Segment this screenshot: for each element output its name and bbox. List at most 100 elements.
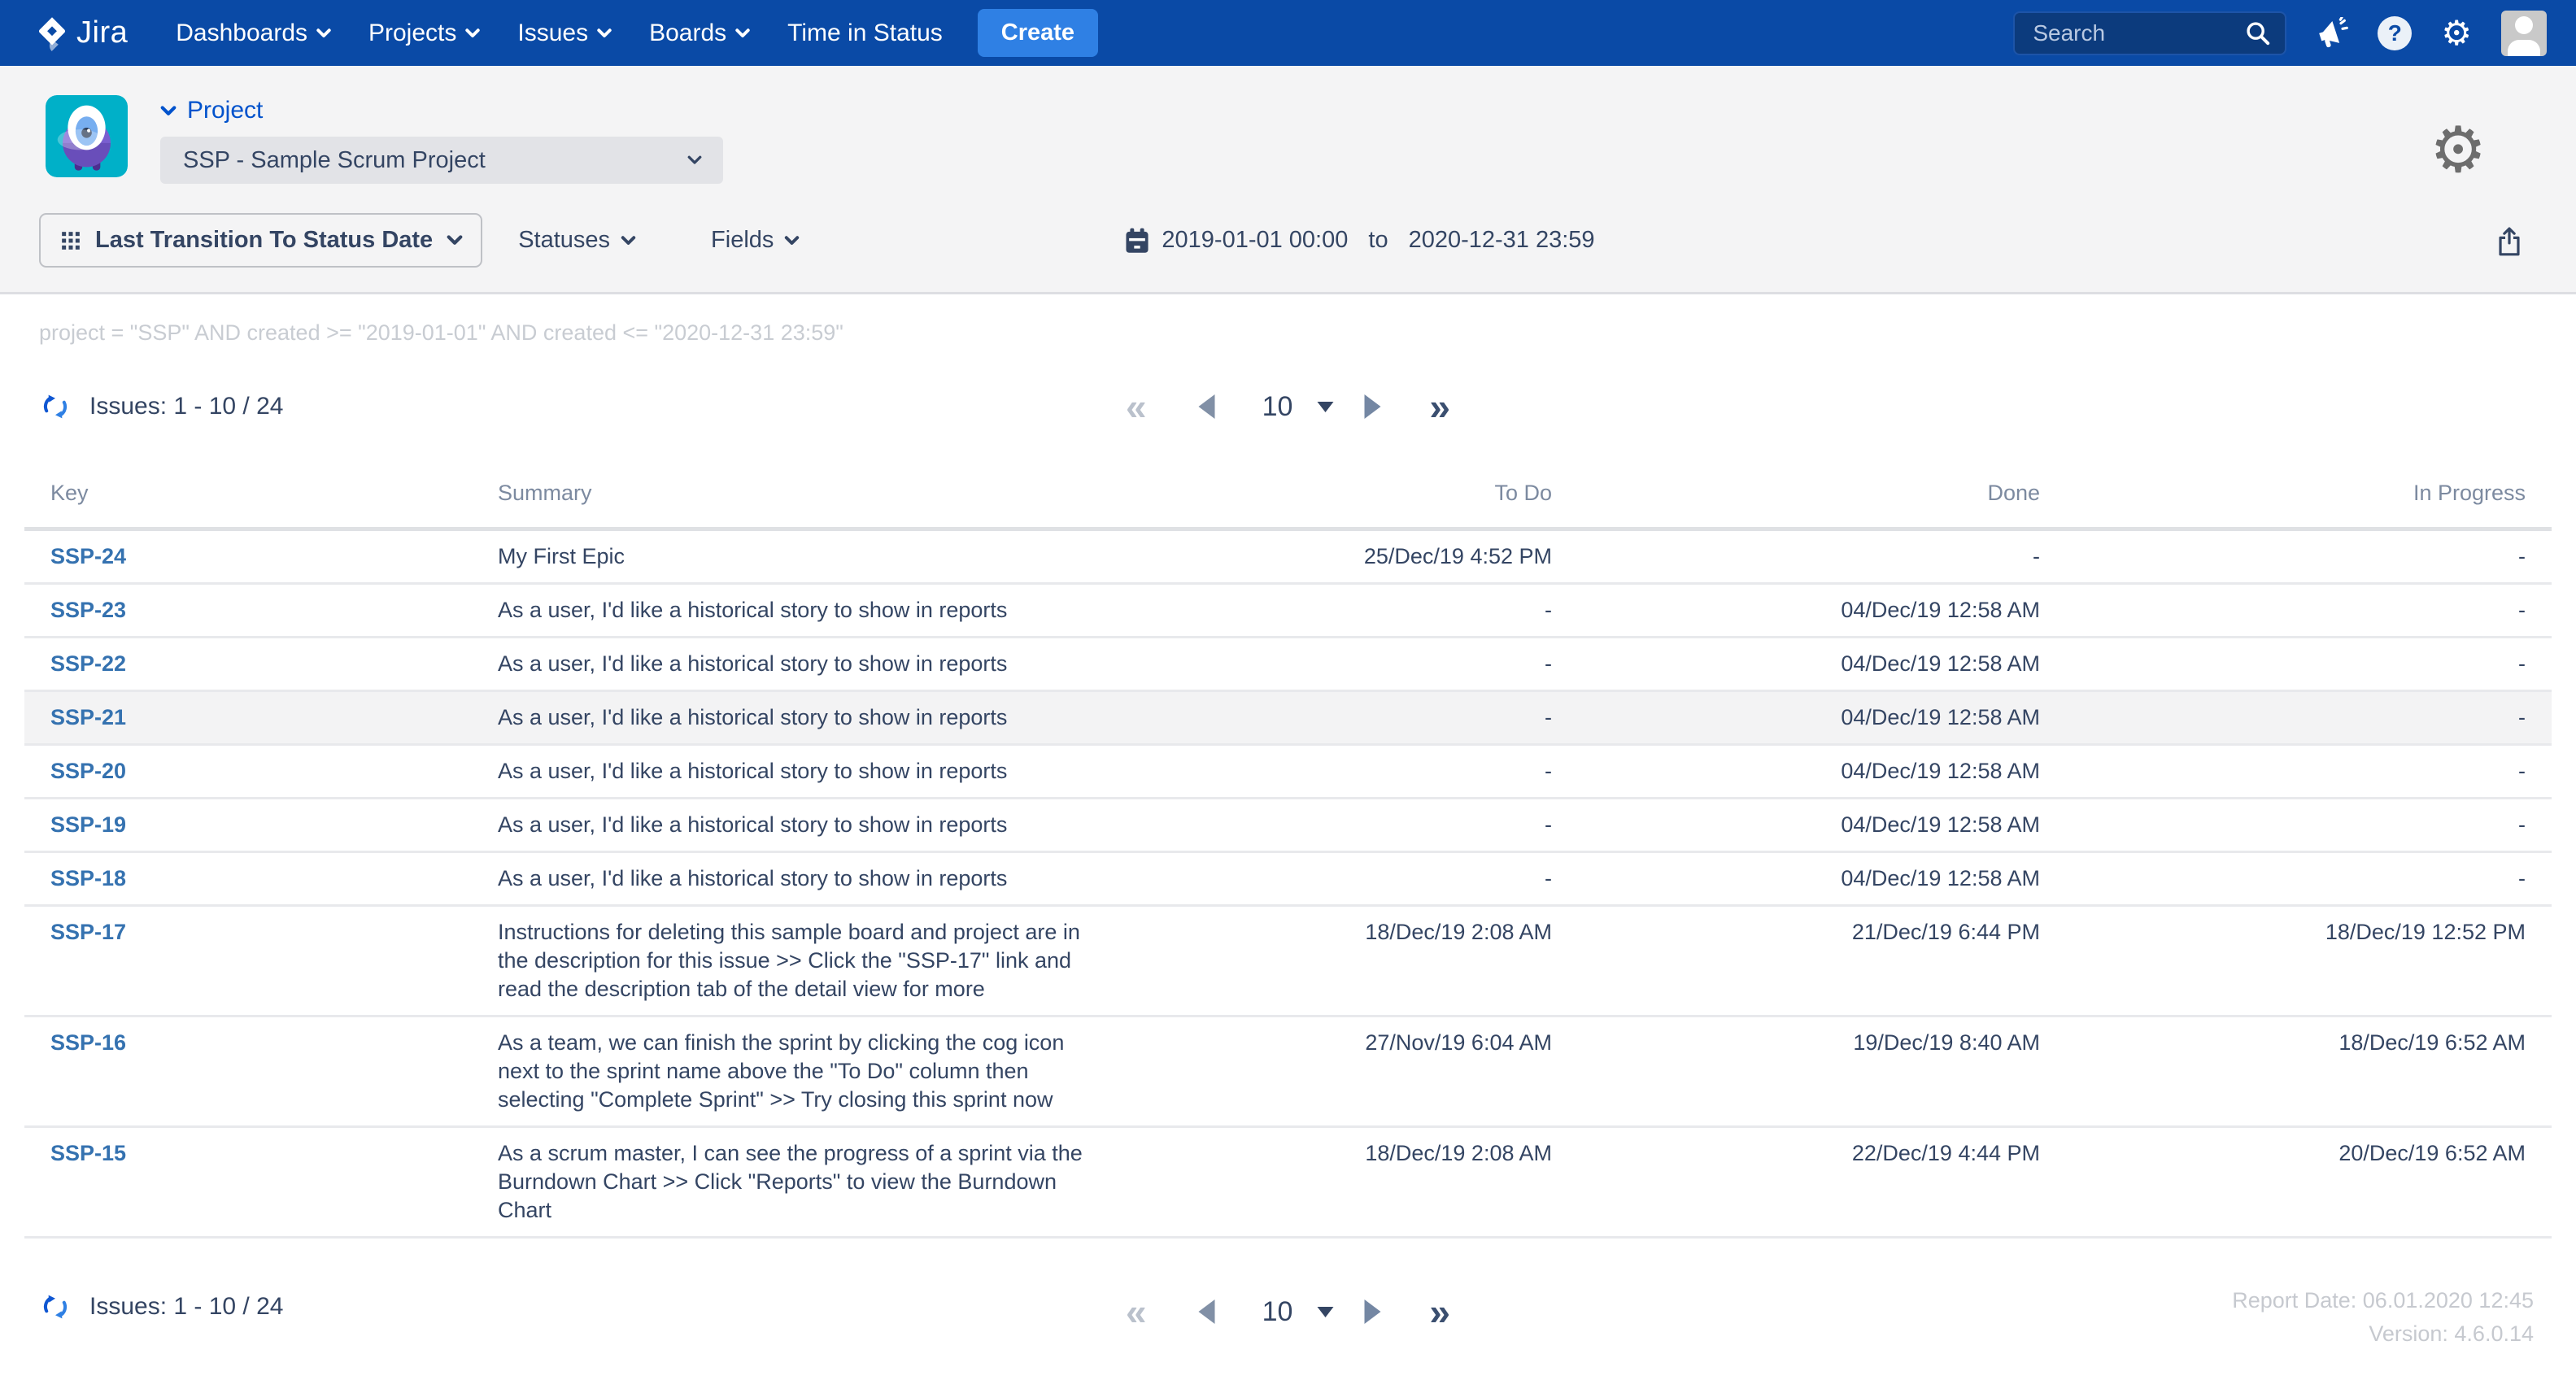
version-text: Version: 4.6.0.14 [2232, 1317, 2534, 1351]
statuses-dropdown[interactable]: Statuses [518, 227, 636, 254]
page-size-dropdown-arrow[interactable] [1317, 1307, 1333, 1317]
issues-count-label: Issues: 1 - 10 / 24 [89, 1293, 283, 1321]
fields-dropdown[interactable]: Fields [711, 227, 800, 254]
settings-gear-icon[interactable]: ⚙ [2441, 16, 2472, 50]
issue-done-cell: 19/Dec/19 8:40 AM [1578, 1016, 2066, 1127]
issue-inprogress-cell: - [2066, 584, 2552, 638]
page-size-value[interactable]: 10 [1262, 1296, 1293, 1328]
issue-key-link[interactable]: SSP-20 [50, 759, 126, 783]
issue-key-link[interactable]: SSP-24 [50, 544, 126, 568]
prev-page-button[interactable] [1199, 394, 1215, 419]
pagination-top: « 10 » [1126, 388, 1450, 425]
issue-key-link[interactable]: SSP-16 [50, 1030, 126, 1055]
chevron-down-icon [621, 236, 636, 246]
help-icon[interactable]: ? [2378, 16, 2412, 50]
issue-done-cell: 04/Dec/19 12:58 AM [1578, 799, 2066, 852]
report-settings-gear-icon[interactable]: ⚙ [2430, 118, 2487, 181]
issue-inprogress-cell: - [2066, 529, 2552, 584]
table-row: SSP-22As a user, I'd like a historical s… [24, 638, 2552, 691]
issue-inprogress-cell: 20/Dec/19 6:52 AM [2066, 1127, 2552, 1238]
page-size-dropdown-arrow[interactable] [1317, 402, 1333, 412]
report-header: Project SSP - Sample Scrum Project ⚙ Las… [0, 66, 2576, 294]
refresh-icon[interactable] [41, 1292, 70, 1321]
export-icon[interactable] [2495, 225, 2524, 256]
calendar-icon [1125, 228, 1149, 254]
last-page-button[interactable]: » [1429, 388, 1450, 425]
issue-todo-cell: - [1139, 584, 1578, 638]
project-select-value: SSP - Sample Scrum Project [183, 147, 486, 174]
nav-item-label: Time in Status [787, 20, 943, 47]
issue-key-link[interactable]: SSP-21 [50, 705, 126, 729]
project-avatar-icon [46, 95, 128, 177]
first-page-button[interactable]: « [1126, 388, 1147, 425]
issue-done-cell: 21/Dec/19 6:44 PM [1578, 906, 2066, 1016]
nav-item-projects[interactable]: Projects [350, 0, 499, 66]
nav-item-time-in-status[interactable]: Time in Status [769, 0, 961, 66]
table-header-row: Key Summary To Do Done In Progress [24, 469, 2552, 529]
issue-key-link[interactable]: SSP-18 [50, 866, 126, 890]
issue-inprogress-cell: 18/Dec/19 6:52 AM [2066, 1016, 2552, 1127]
issue-summary-cell: As a user, I'd like a historical story t… [472, 691, 1139, 745]
chevron-down-icon [465, 28, 480, 38]
issue-summary-cell: As a user, I'd like a historical story t… [472, 799, 1139, 852]
issue-todo-cell: 18/Dec/19 2:08 AM [1139, 906, 1578, 1016]
chevron-down-icon [160, 106, 177, 116]
issue-todo-cell: - [1139, 638, 1578, 691]
issue-key-cell: SSP-17 [24, 906, 472, 1016]
nav-item-label: Dashboards [176, 20, 307, 47]
issue-done-cell: - [1578, 529, 2066, 584]
nav-item-dashboards[interactable]: Dashboards [157, 0, 350, 66]
date-range-picker[interactable]: 2019-01-01 00:00 to 2020-12-31 23:59 [1125, 227, 1594, 254]
table-row: SSP-23As a user, I'd like a historical s… [24, 584, 2552, 638]
nav-item-boards[interactable]: Boards [630, 0, 769, 66]
chevron-down-icon [735, 28, 750, 38]
search-input[interactable] [2031, 20, 2226, 47]
chevron-down-icon [687, 155, 702, 165]
column-header-key[interactable]: Key [24, 469, 472, 529]
issue-key-link[interactable]: SSP-22 [50, 651, 126, 676]
column-header-summary[interactable]: Summary [472, 469, 1139, 529]
issue-key-cell: SSP-23 [24, 584, 472, 638]
nav-item-issues[interactable]: Issues [499, 0, 630, 66]
issue-key-link[interactable]: SSP-23 [50, 598, 126, 622]
next-page-button[interactable] [1364, 1299, 1380, 1324]
project-select[interactable]: SSP - Sample Scrum Project [160, 137, 723, 184]
navbar-right: ? ⚙ [2013, 11, 2547, 56]
column-header-done[interactable]: Done [1578, 469, 2066, 529]
issues-table: Key Summary To Do Done In Progress SSP-2… [24, 469, 2552, 1239]
report-type-button[interactable]: Last Transition To Status Date [39, 213, 482, 268]
next-page-button[interactable] [1364, 394, 1380, 419]
last-page-button[interactable]: » [1429, 1293, 1450, 1330]
fields-label: Fields [711, 227, 774, 254]
issue-key-link[interactable]: SSP-17 [50, 920, 126, 944]
create-button[interactable]: Create [978, 9, 1098, 57]
search-box[interactable] [2013, 11, 2286, 55]
issue-inprogress-cell: - [2066, 852, 2552, 906]
prev-page-button[interactable] [1199, 1299, 1215, 1324]
issues-table-body: SSP-24My First Epic25/Dec/19 4:52 PM--SS… [24, 529, 2552, 1238]
pagination-bottom: « 10 » [1126, 1293, 1450, 1330]
search-icon [2244, 20, 2272, 47]
date-to-value: 2020-12-31 23:59 [1409, 227, 1595, 254]
column-header-todo[interactable]: To Do [1139, 469, 1578, 529]
issue-key-cell: SSP-19 [24, 799, 472, 852]
nav-item-label: Issues [517, 20, 588, 47]
issue-done-cell: 04/Dec/19 12:58 AM [1578, 691, 2066, 745]
project-row: Project SSP - Sample Scrum Project ⚙ [0, 66, 2576, 202]
issue-inprogress-cell: 18/Dec/19 12:52 PM [2066, 906, 2552, 1016]
project-dropdown-toggle[interactable]: Project [160, 97, 723, 124]
issue-key-link[interactable]: SSP-15 [50, 1141, 126, 1165]
table-row: SSP-21 As a user, I'd like a historical s… [24, 691, 2552, 745]
navbar-menu: Dashboards Projects Issues Boards Time in St… [157, 0, 961, 66]
refresh-icon[interactable] [41, 392, 70, 421]
first-page-button[interactable]: « [1126, 1293, 1147, 1330]
issues-row-bottom: Issues: 1 - 10 / 24 « 10 » Report Date: … [0, 1274, 2576, 1380]
issue-key-link[interactable]: SSP-19 [50, 812, 126, 837]
user-avatar[interactable] [2501, 11, 2547, 56]
nav-item-label: Projects [368, 20, 456, 47]
page-size-value[interactable]: 10 [1262, 391, 1293, 423]
announcements-icon[interactable] [2316, 17, 2348, 50]
issue-todo-cell: 27/Nov/19 6:04 AM [1139, 1016, 1578, 1127]
column-header-inprogress[interactable]: In Progress [2066, 469, 2552, 529]
jira-logo[interactable]: Jira [34, 15, 128, 51]
